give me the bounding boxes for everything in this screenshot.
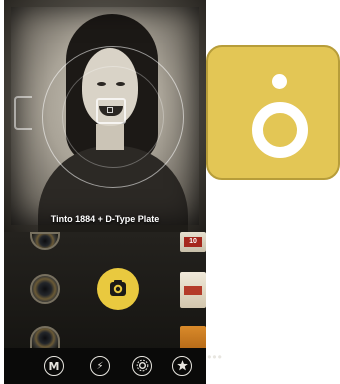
app-icon-tile[interactable] [206, 45, 340, 180]
lens-option-previous[interactable] [30, 232, 60, 250]
film-option-previous[interactable]: 10 [180, 232, 206, 252]
more-options-button[interactable]: ••• [206, 350, 224, 364]
mode-button[interactable]: M [44, 356, 64, 376]
bottom-toolbar: M ⚡ [4, 348, 206, 384]
mode-m-icon: M [48, 359, 60, 373]
film-option-next[interactable] [180, 326, 206, 350]
frame-bracket-icon [14, 96, 32, 130]
viewfinder[interactable]: Tinto 1884 + D-Type Plate [4, 0, 206, 232]
flash-icon: ⚡ [96, 361, 104, 372]
flash-button[interactable]: ⚡ [90, 356, 110, 376]
app-logo-dot [272, 74, 287, 89]
star-icon [176, 360, 188, 371]
focus-reticle-icon[interactable] [96, 98, 126, 124]
camera-shutter-icon [110, 280, 126, 296]
lens-option-next[interactable] [30, 326, 60, 350]
shutter-button[interactable] [97, 268, 139, 310]
favorites-button[interactable] [172, 356, 192, 376]
gear-icon [136, 359, 148, 372]
app-logo-icon [252, 102, 308, 158]
film-option-current[interactable] [180, 272, 206, 308]
more-dots-icon: ••• [207, 350, 223, 364]
lens-combo-label: Tinto 1884 + D-Type Plate [50, 214, 160, 224]
film-label-top: 10 [184, 237, 202, 247]
settings-button[interactable] [132, 356, 152, 376]
phone-screen: Tinto 1884 + D-Type Plate 10 M ⚡ [4, 0, 206, 384]
lens-option-current[interactable] [30, 274, 60, 304]
